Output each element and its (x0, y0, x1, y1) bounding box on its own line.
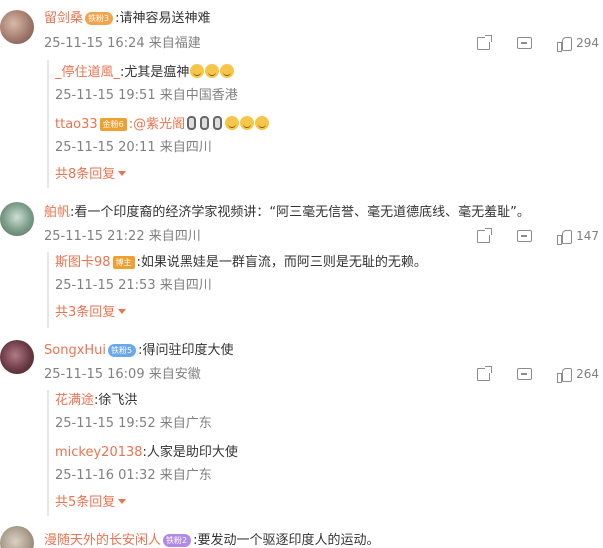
avatar[interactable] (0, 340, 34, 374)
like-count: 264 (576, 367, 599, 381)
username[interactable]: 斯图卡98 (55, 255, 111, 270)
microphone-icon (213, 116, 223, 130)
comment-meta: 25-11-15 21:22 来自四川 (44, 229, 201, 244)
comment-text: :请神容易送神难 (115, 11, 211, 26)
like-button[interactable]: 264 (557, 367, 599, 383)
reply-list: _停住道風_:尤其是瘟神 25-11-15 19:51 来自中国香港 ttao3… (47, 60, 567, 188)
emoji-smile-icon (255, 116, 270, 130)
reply-text: :@紫光阁 (128, 117, 186, 132)
thumbs-up-icon (557, 367, 573, 383)
comment-item: SongxHui 铁粉5:得问驻印度大使 25-11-15 16:09 来自安徽 … (0, 338, 603, 520)
username[interactable]: 舶帆 (44, 205, 70, 220)
share-icon[interactable] (477, 365, 493, 381)
comment-actions: 264 (477, 365, 599, 383)
emoji-smile-icon (225, 116, 240, 130)
more-replies-link[interactable]: 共5条回复 (55, 494, 127, 512)
fan-badge: 金粉6 (99, 118, 127, 131)
comment-item: 舶帆:看一个印度裔的经济学家视频讲：“阿三毫无信誉、毫无道德底线、毫无羞耻”。 … (0, 196, 603, 332)
like-count: 147 (576, 229, 599, 243)
comment-actions: 147 (477, 227, 599, 245)
reply-item: 花满途:徐飞洪 (55, 392, 137, 410)
comment-header: 舶帆:看一个印度裔的经济学家视频讲：“阿三毫无信誉、毫无道德底线、毫无羞耻”。 (44, 204, 530, 222)
comment-header: 留剑桑 铁粉3:请神容易送神难 (44, 10, 211, 28)
username[interactable]: 花满途 (55, 393, 94, 408)
reply-text: :尤其是瘟神 (120, 65, 190, 80)
reply-text: :徐飞洪 (94, 393, 138, 408)
comment-item: 漫随天外的长安闲人 铁粉2:要发动一个驱逐印度人的运动。 (0, 524, 603, 548)
username[interactable]: 留剑桑 (44, 11, 83, 26)
fan-badge: 铁粉5 (108, 344, 137, 357)
avatar[interactable] (0, 526, 34, 548)
comment-icon[interactable] (517, 37, 533, 49)
reply-text: :人家是助印大使 (142, 445, 238, 460)
username[interactable]: 漫随天外的长安闲人 (44, 533, 161, 548)
like-button[interactable]: 294 (557, 36, 599, 52)
comment-icon[interactable] (517, 368, 533, 380)
comment-meta: 25-11-15 16:24 来自福建 (44, 36, 201, 51)
emoji-laugh-icon (205, 64, 220, 78)
comment-text: :要发动一个驱逐印度人的运动。 (193, 533, 380, 548)
microphone-icon (187, 116, 197, 130)
reply-item: 斯图卡98 博主:如果说黑娃是一群盲流，而阿三则是无耻的无赖。 (55, 254, 427, 272)
reply-meta: 25-11-15 21:53 来自四川 (55, 278, 212, 293)
emoji-laugh-icon (220, 64, 235, 78)
reply-meta: 25-11-15 19:51 来自中国香港 (55, 88, 238, 103)
caret-down-icon (118, 309, 127, 314)
comment-header: SongxHui 铁粉5:得问驻印度大使 (44, 342, 234, 360)
comment-text: :得问驻印度大使 (138, 343, 234, 358)
comment-item: 留剑桑 铁粉3:请神容易送神难 25-11-15 16:24 来自福建 294 _… (0, 0, 603, 190)
avatar[interactable] (0, 202, 34, 236)
fan-badge: 铁粉2 (163, 534, 192, 547)
username[interactable]: mickey20138 (55, 445, 143, 460)
comment-text: :看一个印度裔的经济学家视频讲：“阿三毫无信誉、毫无道德底线、毫无羞耻”。 (70, 205, 530, 220)
thumbs-up-icon (557, 229, 573, 245)
more-replies-label: 共5条回复 (55, 495, 116, 510)
reply-item: ttao33 金粉6:@紫光阁 (55, 116, 270, 134)
microphone-icon (200, 116, 210, 130)
comment-header: 漫随天外的长安闲人 铁粉2:要发动一个驱逐印度人的运动。 (44, 532, 380, 548)
fan-badge: 铁粉3 (85, 12, 114, 25)
blogger-badge: 博主 (112, 256, 135, 269)
reply-item: _停住道風_:尤其是瘟神 (55, 64, 235, 82)
reply-text: :如果说黑娃是一群盲流，而阿三则是无耻的无赖。 (136, 255, 427, 270)
reply-list: 斯图卡98 博主:如果说黑娃是一群盲流，而阿三则是无耻的无赖。 25-11-15 … (47, 252, 567, 328)
username[interactable]: ttao33 (55, 117, 98, 132)
reply-meta: 25-11-15 19:52 来自广东 (55, 416, 212, 431)
emoji-smile-icon (240, 116, 255, 130)
caret-down-icon (118, 499, 127, 504)
more-replies-label: 共3条回复 (55, 305, 116, 320)
share-icon[interactable] (477, 34, 493, 50)
comment-actions: 294 (477, 34, 599, 52)
like-count: 294 (576, 36, 599, 50)
share-icon[interactable] (477, 227, 493, 243)
comment-icon[interactable] (517, 230, 533, 242)
more-replies-link[interactable]: 共3条回复 (55, 304, 127, 322)
thumbs-up-icon (557, 36, 573, 52)
like-button[interactable]: 147 (557, 229, 599, 245)
comment-meta: 25-11-15 16:09 来自安徽 (44, 367, 201, 382)
reply-meta: 25-11-16 01:32 来自广东 (55, 468, 212, 483)
username[interactable]: _停住道風_ (55, 65, 120, 80)
username[interactable]: SongxHui (44, 343, 106, 358)
more-replies-label: 共8条回复 (55, 167, 116, 182)
reply-meta: 25-11-15 20:11 来自四川 (55, 140, 212, 155)
avatar[interactable] (0, 10, 34, 44)
emoji-laugh-icon (190, 64, 205, 78)
reply-item: mickey20138:人家是助印大使 (55, 444, 238, 462)
more-replies-link[interactable]: 共8条回复 (55, 166, 127, 184)
caret-down-icon (118, 171, 127, 176)
reply-list: 花满途:徐飞洪 25-11-15 19:52 来自广东 mickey20138:… (47, 390, 567, 516)
